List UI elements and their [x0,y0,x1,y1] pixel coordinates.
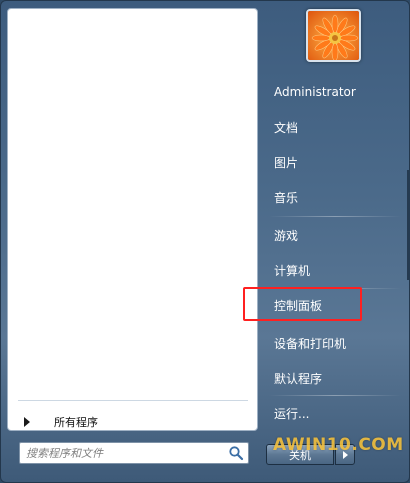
search-icon[interactable] [228,445,244,461]
start-menu: 所有程序 搜索程序和文件 Administrator 文档 图片 音乐 游戏 计… [0,0,410,483]
user-avatar[interactable] [306,9,361,62]
search-input[interactable] [20,444,228,462]
user-name-label: Administrator [274,85,356,99]
programs-pane: 所有程序 [7,8,258,431]
all-programs-item[interactable]: 所有程序 [18,412,250,432]
computer-item[interactable]: 计算机 [266,255,404,285]
programs-divider [18,400,248,401]
all-programs-label: 所有程序 [54,416,98,429]
devices-printers-item[interactable]: 设备和打印机 [266,328,404,358]
default-programs-item[interactable]: 默认程序 [266,363,404,393]
menu-separator [269,216,401,217]
run-item[interactable]: 运行... [266,398,404,428]
pictures-label: 图片 [274,155,299,170]
devices-printers-label: 设备和打印机 [274,336,347,351]
highlight-box [243,287,362,321]
user-name-item[interactable]: Administrator [266,77,404,107]
search-area [7,431,258,477]
games-label: 游戏 [274,228,299,243]
triangle-right-icon [24,417,30,427]
computer-label: 计算机 [274,263,311,278]
music-item[interactable]: 音乐 [266,182,404,212]
games-item[interactable]: 游戏 [266,220,404,250]
documents-label: 文档 [274,120,299,135]
documents-item[interactable]: 文档 [266,112,404,142]
music-label: 音乐 [274,190,299,205]
watermark: AWIN10.COM [273,435,404,455]
run-label: 运行... [274,406,310,421]
search-box[interactable] [19,442,249,464]
menu-separator [269,395,401,396]
pictures-item[interactable]: 图片 [266,147,404,177]
default-programs-label: 默认程序 [274,371,323,386]
flower-icon [308,11,359,60]
